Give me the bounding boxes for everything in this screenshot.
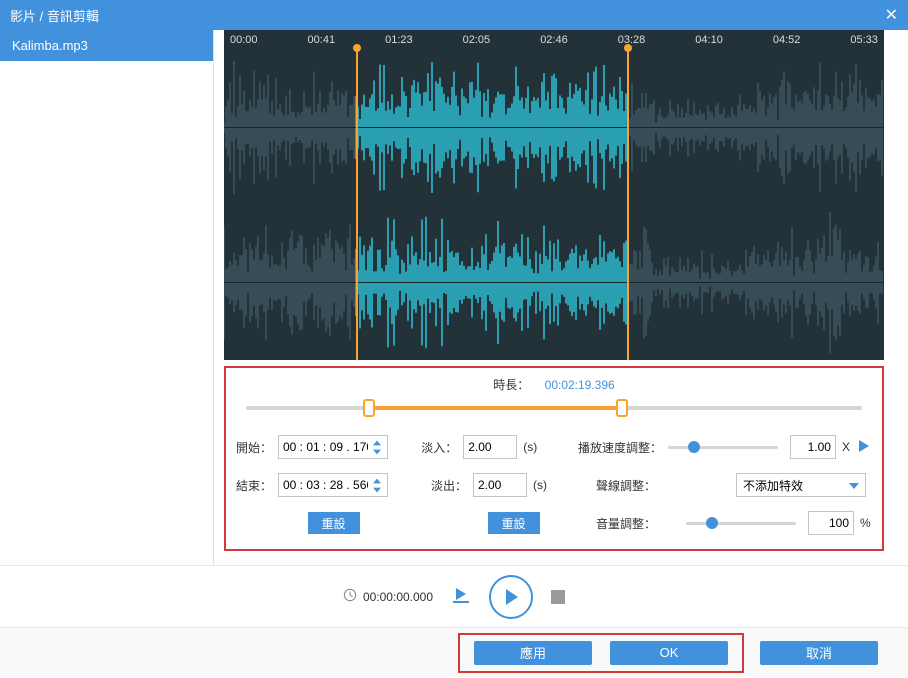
- export-icon[interactable]: [451, 586, 471, 607]
- reset-fade-button[interactable]: 重設: [488, 512, 540, 534]
- waveform-svg: [224, 50, 884, 360]
- spinner-up-icon[interactable]: [371, 477, 383, 485]
- cancel-button[interactable]: 取消: [760, 641, 878, 665]
- edit-panel: 時長： 00:02:19.396 開始：: [224, 366, 884, 551]
- end-label: 結束：: [236, 477, 278, 494]
- spinner-up-icon[interactable]: [371, 439, 383, 447]
- volume-label: 音量調整：: [596, 515, 686, 532]
- volume-slider[interactable]: [686, 514, 796, 532]
- tick: 02:05: [463, 34, 491, 50]
- speed-unit: X: [842, 440, 850, 454]
- end-time-field[interactable]: [283, 478, 368, 492]
- range-handle-end[interactable]: [616, 399, 628, 417]
- edit-row-1: 開始： 淡入： (s) 播放速度調整：: [236, 435, 872, 459]
- tick: 02:46: [540, 34, 568, 50]
- button-bar: 應用 OK 取消: [0, 627, 908, 677]
- duration-value: 00:02:19.396: [545, 378, 615, 392]
- range-slider[interactable]: [246, 399, 862, 417]
- apply-button[interactable]: 應用: [474, 641, 592, 665]
- right-area: 00:00 00:41 01:23 02:05 02:46 03:28 04:1…: [214, 30, 908, 565]
- selection-handle-left[interactable]: [356, 50, 358, 360]
- sidebar-item-file[interactable]: Kalimba.mp3: [0, 30, 213, 61]
- ok-button[interactable]: OK: [610, 641, 728, 665]
- waveform-body[interactable]: [224, 50, 884, 360]
- end-time-input[interactable]: [278, 473, 388, 497]
- speed-input[interactable]: [790, 435, 836, 459]
- tick: 00:00: [230, 34, 258, 50]
- duration-line: 時長： 00:02:19.396: [236, 376, 872, 393]
- clock-icon: [343, 588, 357, 605]
- play-preview-icon[interactable]: [856, 438, 872, 457]
- volume-input[interactable]: [808, 511, 854, 535]
- play-time-value: 00:00:00.000: [363, 590, 433, 604]
- speed-slider[interactable]: [668, 438, 778, 456]
- tick: 04:10: [695, 34, 723, 50]
- sidebar: Kalimba.mp3: [0, 30, 214, 565]
- sidebar-item-label: Kalimba.mp3: [12, 38, 88, 53]
- speed-label: 播放速度調整：: [578, 439, 668, 456]
- voice-label: 聲線調整：: [596, 477, 686, 494]
- spinner-down-icon[interactable]: [371, 448, 383, 456]
- start-time-field[interactable]: [283, 440, 368, 454]
- start-label: 開始：: [236, 439, 278, 456]
- selection-handle-right[interactable]: [627, 50, 629, 360]
- range-handle-start[interactable]: [363, 399, 375, 417]
- reset-time-button[interactable]: 重設: [308, 512, 360, 534]
- fadein-unit: (s): [523, 440, 537, 454]
- window-title: 影片 / 音訊剪輯: [10, 6, 99, 25]
- range-fill: [369, 406, 622, 410]
- stop-button[interactable]: [551, 590, 565, 604]
- fadein-input[interactable]: [463, 435, 517, 459]
- fadeout-unit: (s): [533, 478, 547, 492]
- chevron-down-icon: [849, 478, 859, 492]
- voice-select[interactable]: 不添加特效: [736, 473, 866, 497]
- playback-bar: 00:00:00.000: [0, 565, 908, 627]
- waveform-container: 00:00 00:41 01:23 02:05 02:46 03:28 04:1…: [224, 30, 884, 360]
- play-button[interactable]: [489, 575, 533, 619]
- spinner-down-icon[interactable]: [371, 486, 383, 494]
- tick: 05:33: [850, 34, 878, 50]
- fadein-label: 淡入：: [421, 439, 463, 456]
- tick: 00:41: [308, 34, 336, 50]
- close-icon[interactable]: ✕: [885, 5, 898, 25]
- tick: 04:52: [773, 34, 801, 50]
- volume-unit: %: [860, 516, 871, 530]
- fadeout-input[interactable]: [473, 473, 527, 497]
- duration-label: 時長：: [493, 378, 529, 392]
- edit-row-2: 結束： 淡出： (s) 聲線調整：: [236, 473, 872, 497]
- play-time: 00:00:00.000: [343, 588, 433, 605]
- tick: 01:23: [385, 34, 413, 50]
- start-time-input[interactable]: [278, 435, 388, 459]
- main-area: Kalimba.mp3 00:00 00:41 01:23 02:05 02:4…: [0, 30, 908, 565]
- edit-row-3: 重設 重設 音量調整： %: [236, 511, 872, 535]
- time-ruler: 00:00 00:41 01:23 02:05 02:46 03:28 04:1…: [224, 30, 884, 50]
- fadeout-label: 淡出：: [431, 477, 473, 494]
- apply-ok-group: 應用 OK: [458, 633, 744, 673]
- voice-selected: 不添加特效: [743, 477, 803, 494]
- titlebar: 影片 / 音訊剪輯 ✕: [0, 0, 908, 30]
